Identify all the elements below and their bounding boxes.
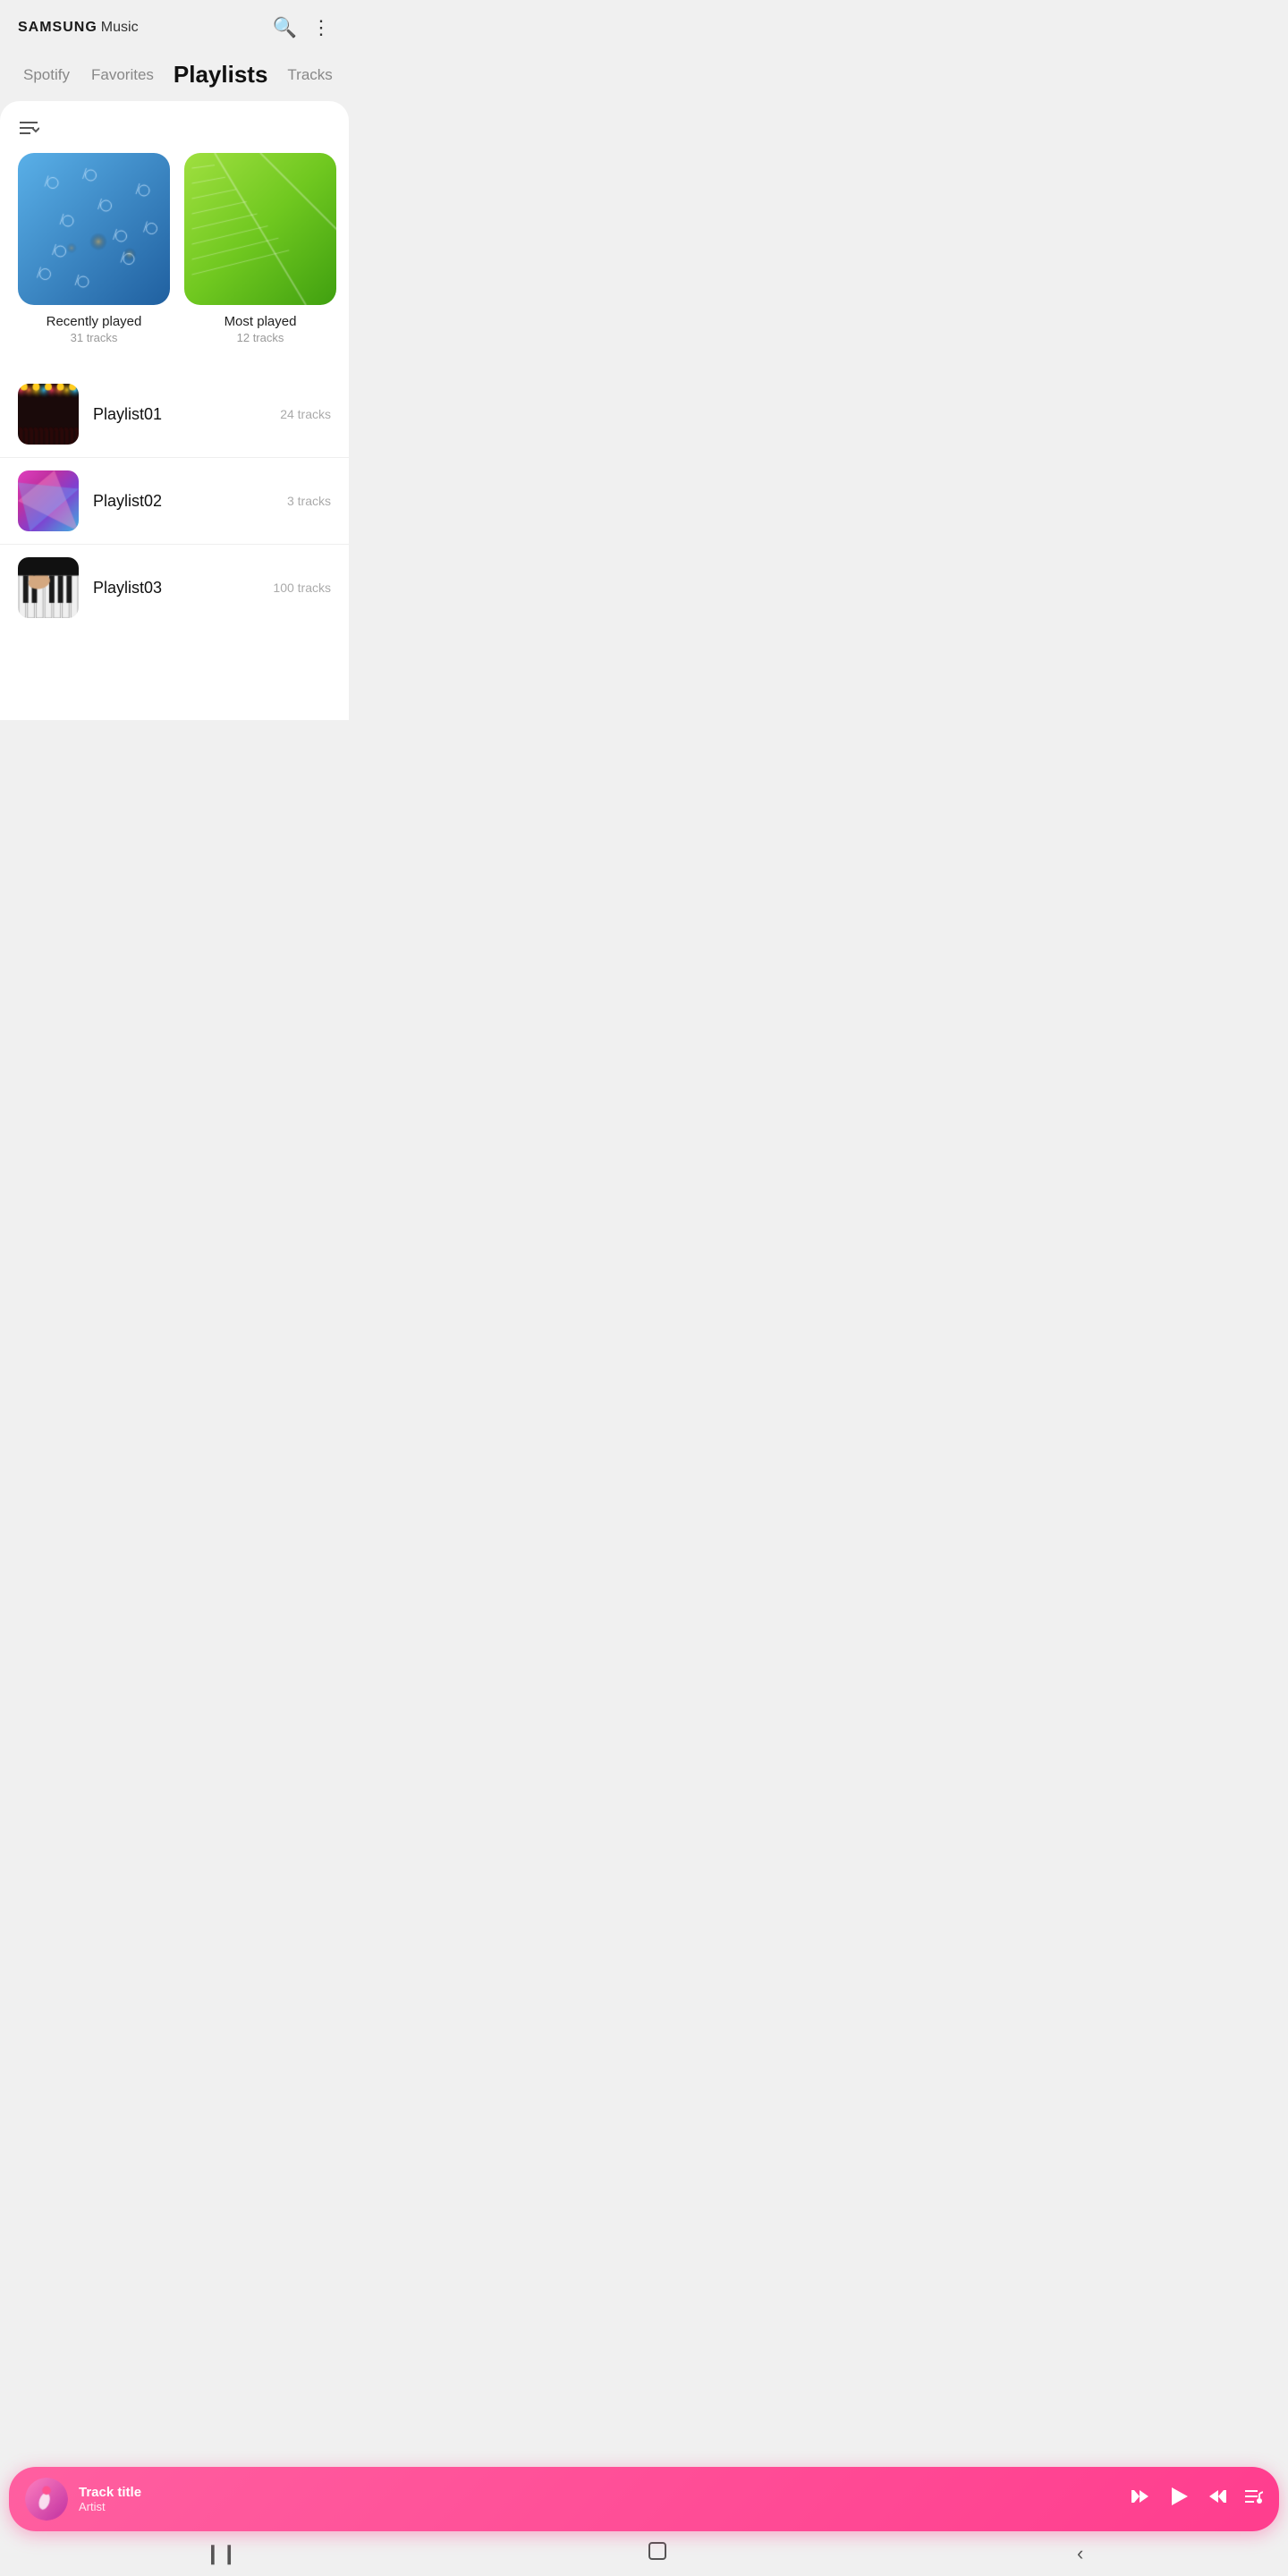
now-playing-thumbnail <box>25 2478 68 2521</box>
list-item[interactable]: Playlist02 3 tracks <box>0 458 349 545</box>
now-playing-title: Track title <box>79 2485 1120 2500</box>
recently-played-title: Recently played <box>47 314 142 329</box>
playlist01-name: Playlist01 <box>93 405 266 424</box>
most-played-title: Most played <box>225 314 297 329</box>
most-played-subtitle: 12 tracks <box>237 331 284 344</box>
prev-button[interactable] <box>1131 2487 1150 2512</box>
tab-albums[interactable]: Albums <box>345 63 349 88</box>
nav-home-button[interactable] <box>647 2540 668 2567</box>
playlist03-image <box>18 557 79 618</box>
nav-tabs: Spotify Favorites Playlists Tracks Album… <box>0 50 349 101</box>
playlist-list: Playlist01 24 tracks Playlist02 3 tracks… <box>0 362 349 720</box>
playlist03-name: Playlist03 <box>93 579 258 597</box>
recently-played-subtitle: 31 tracks <box>71 331 118 344</box>
sort-icon[interactable] <box>18 122 39 141</box>
play-button[interactable] <box>1166 2484 1191 2515</box>
logo-music: Music <box>101 20 139 36</box>
playlist01-info: Playlist01 <box>93 405 266 424</box>
main-content: Recently played 31 tracks Most played 12… <box>0 101 349 720</box>
app-logo: SAMSUNG Music <box>18 20 139 36</box>
most-played-image <box>184 153 336 305</box>
featured-playlist-recently-played[interactable]: Recently played 31 tracks <box>18 153 170 344</box>
tab-favorites[interactable]: Favorites <box>82 63 163 88</box>
now-playing-info: Track title Artist <box>79 2485 1120 2513</box>
next-button[interactable] <box>1208 2487 1227 2512</box>
featured-playlist-most-played[interactable]: Most played 12 tracks <box>184 153 336 344</box>
nav-back-button[interactable]: ‹ <box>1077 2542 1083 2565</box>
sort-bar <box>0 115 349 153</box>
menu-icon[interactable]: ⋮ <box>311 16 331 39</box>
bottom-nav: ❙❙ ‹ <box>0 2531 1288 2576</box>
now-playing-artist: Artist <box>79 2500 1120 2513</box>
playlist02-name: Playlist02 <box>93 492 273 511</box>
list-item[interactable]: Playlist03 100 tracks <box>0 545 349 631</box>
playlist02-image <box>18 470 79 531</box>
playlist01-image <box>18 384 79 445</box>
playback-controls <box>1131 2484 1263 2515</box>
recently-played-image <box>18 153 170 305</box>
playlist03-info: Playlist03 <box>93 579 258 597</box>
playlist01-tracks: 24 tracks <box>280 407 331 421</box>
now-playing-bar[interactable]: Track title Artist <box>9 2467 1279 2531</box>
playlist02-tracks: 3 tracks <box>287 494 331 508</box>
playlist03-tracks: 100 tracks <box>273 580 331 595</box>
tab-playlists[interactable]: Playlists <box>166 57 275 92</box>
tab-spotify[interactable]: Spotify <box>14 63 79 88</box>
header: SAMSUNG Music 🔍 ⋮ <box>0 0 349 50</box>
tab-tracks[interactable]: Tracks <box>278 63 341 88</box>
playlist02-info: Playlist02 <box>93 492 273 511</box>
header-actions: 🔍 ⋮ <box>273 16 331 39</box>
queue-icon[interactable] <box>1243 2487 1263 2512</box>
featured-playlists: Recently played 31 tracks Most played 12… <box>0 153 349 362</box>
logo-samsung: SAMSUNG <box>18 20 97 36</box>
nav-recent-button[interactable]: ❙❙ <box>205 2542 238 2565</box>
list-item[interactable]: Playlist01 24 tracks <box>0 371 349 458</box>
search-icon[interactable]: 🔍 <box>273 16 297 39</box>
